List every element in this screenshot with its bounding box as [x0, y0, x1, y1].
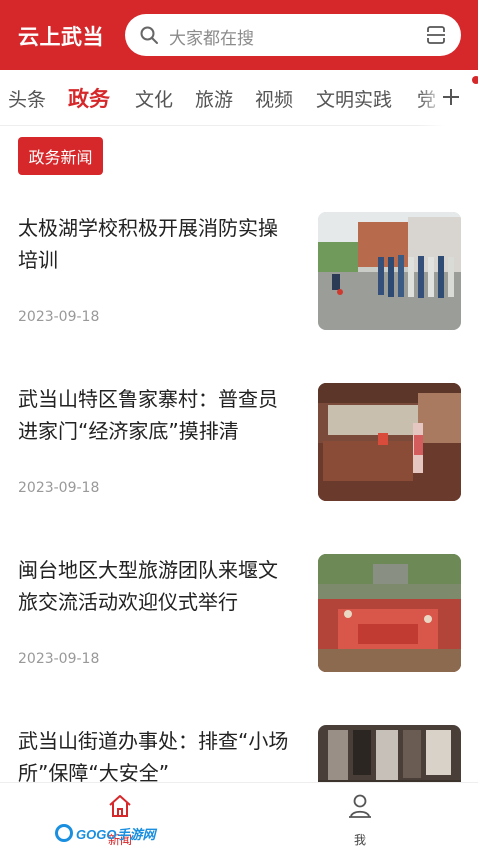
app-header: 云上武当 大家都在搜 [0, 0, 478, 70]
search-icon [140, 26, 158, 44]
app-brand-title: 云上武当 [18, 25, 104, 49]
article-thumbnail [318, 554, 461, 672]
scan-icon[interactable] [425, 24, 447, 46]
notification-dot [472, 76, 478, 84]
tab-wenhua[interactable]: 文化 [135, 85, 173, 112]
tab-wenming-shijian[interactable]: 文明实践 [316, 85, 392, 112]
tab-zhengwu[interactable]: 政务 [68, 83, 110, 113]
category-tabs: 头条 政务 文化 旅游 视频 文明实践 党 [0, 70, 478, 126]
article-title: 武当山街道办事处：排查“小场所”保障“大安全” [18, 729, 289, 785]
article-date: 2023-09-18 [18, 651, 100, 667]
plus-icon[interactable] [440, 86, 462, 108]
nav-me-label: 我 [353, 833, 366, 847]
tab-toutiao[interactable]: 头条 [8, 85, 46, 112]
article-item[interactable]: 太极湖学校积极开展消防实操培训 2023-09-18 [0, 212, 478, 362]
user-icon [349, 794, 371, 818]
article-date: 2023-09-18 [18, 480, 100, 496]
article-title: 闽台地区大型旅游团队来堰文旅交流活动欢迎仪式举行 [18, 558, 278, 614]
search-bar[interactable]: 大家都在搜 [125, 14, 461, 56]
article-title: 武当山特区鲁家寨村：普查员进家门“经济家底”摸排清 [18, 387, 278, 443]
article-title: 太极湖学校积极开展消防实操培训 [18, 216, 278, 272]
article-date: 2023-09-18 [18, 309, 100, 325]
tab-shipin[interactable]: 视频 [255, 85, 293, 112]
section-tag: 政务新闻 [18, 137, 103, 175]
watermark-logo: GOGO手游网 [55, 820, 155, 846]
search-placeholder: 大家都在搜 [169, 29, 254, 49]
article-thumbnail [318, 212, 461, 330]
home-icon [109, 795, 131, 817]
tab-lvyou[interactable]: 旅游 [195, 85, 233, 112]
watermark-text: GOGO手游网 [76, 826, 156, 842]
article-thumbnail [318, 383, 461, 501]
article-item[interactable]: 武当山特区鲁家寨村：普查员进家门“经济家底”摸排清 2023-09-18 [0, 383, 478, 533]
nav-me[interactable]: 我 [310, 783, 410, 850]
article-item[interactable]: 闽台地区大型旅游团队来堰文旅交流活动欢迎仪式举行 2023-09-18 [0, 554, 478, 704]
watermark-circle-icon [55, 824, 73, 842]
